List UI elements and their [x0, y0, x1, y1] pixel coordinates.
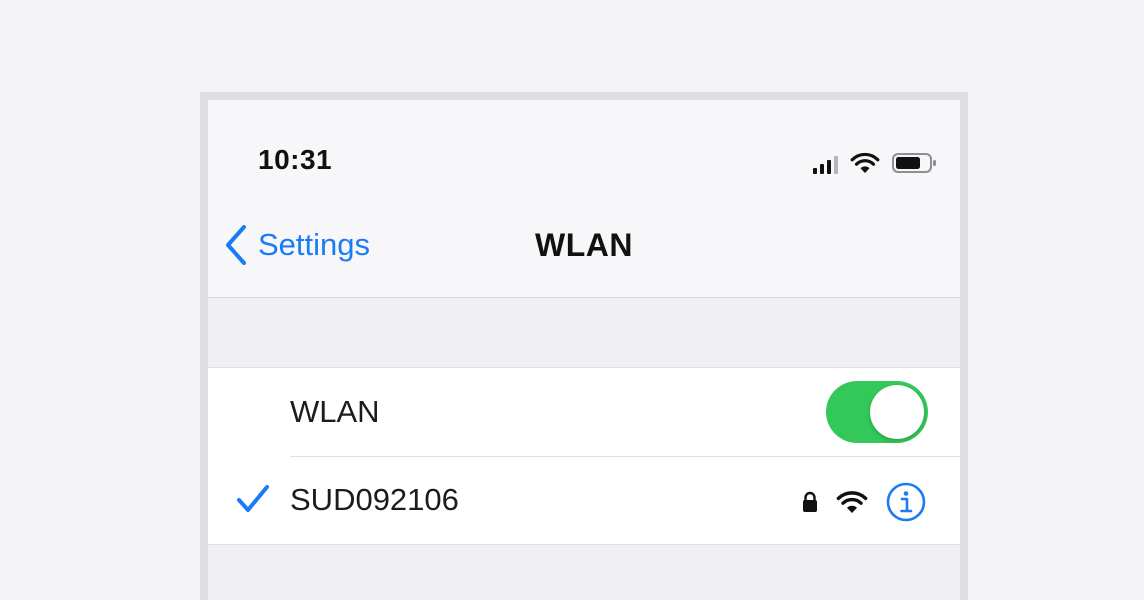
wifi-strength-icon [836, 491, 868, 513]
info-icon[interactable] [886, 482, 926, 522]
wlan-toggle-label: WLAN [290, 394, 380, 429]
network-row[interactable]: SUD092106 [208, 456, 960, 544]
network-status-icons [802, 482, 926, 522]
status-icons [813, 150, 938, 174]
wlan-toggle-switch[interactable] [826, 381, 928, 443]
status-bar: 10:31 [208, 100, 960, 210]
toggle-knob [870, 385, 924, 439]
status-time: 10:31 [258, 144, 333, 175]
cellular-signal-icon [813, 154, 838, 174]
wlan-settings-group: WLAN SUD092106 [208, 367, 960, 545]
device-frame: 10:31 Settings WLAN WLAN SUD092106 [200, 92, 968, 600]
screen: 10:31 Settings WLAN WLAN SUD092106 [208, 100, 960, 600]
wlan-toggle-row: WLAN [208, 368, 960, 456]
page-title: WLAN [535, 227, 633, 263]
wifi-icon [850, 152, 880, 173]
lock-icon [803, 491, 817, 512]
network-name: SUD092106 [290, 482, 459, 517]
navigation-bar: Settings WLAN [208, 210, 960, 298]
battery-icon [892, 153, 936, 173]
checkmark-icon [237, 485, 269, 512]
